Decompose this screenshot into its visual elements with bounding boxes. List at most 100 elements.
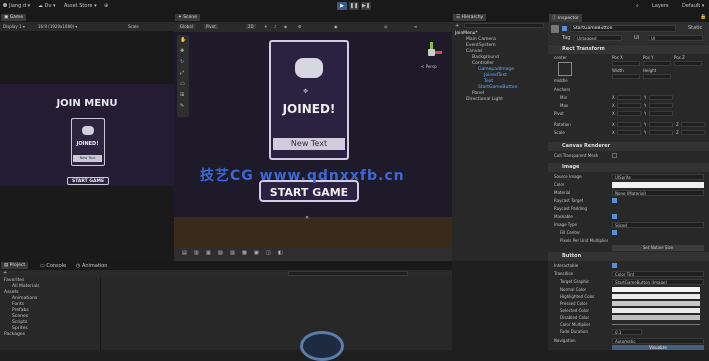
visibility-icon[interactable]: ◎ [384,24,388,29]
interactable-checkbox[interactable] [612,263,617,268]
source-image-field[interactable]: UISprite [612,174,704,180]
layers-dropdown[interactable]: Layers [652,3,669,9]
scale-y-field[interactable] [649,130,673,135]
maskable-checkbox[interactable] [612,214,617,219]
tab-project[interactable]: ▤ Project [1,262,29,269]
cull-checkbox[interactable] [612,153,617,158]
tab-scene[interactable]: ✦ Scene [175,14,200,21]
anchor-max-y-field[interactable] [649,103,673,108]
game-viewport[interactable]: JOIN MENU JOINED! New Text START GAME [0,84,174,186]
rect-transform-header[interactable]: Rect Transform [548,45,709,54]
disabled-color-swatch[interactable] [612,315,700,320]
pressed-color-swatch[interactable] [612,301,700,306]
cloud-button[interactable]: ☁ Dv ▾ [38,3,56,9]
overlay-icon-1[interactable]: ▤ [182,250,187,256]
display-dropdown[interactable]: Display 1 ▾ [3,24,25,29]
project-search-input[interactable] [288,271,408,276]
anchor-min-y-field[interactable] [649,95,673,100]
move-tool-icon[interactable]: ✥ [180,48,184,54]
pos-y-field[interactable] [643,61,671,66]
2d-toggle[interactable]: 2D [246,24,256,29]
tab-animation[interactable]: ◷ Animation [76,263,107,269]
tab-inspector[interactable]: ⓘ Inspector [549,14,582,22]
pivot-toggle[interactable]: Pivot [204,24,218,29]
transform-tool-icon[interactable]: ⊞ [180,92,184,98]
anchor-min-x-field[interactable] [617,95,641,100]
width-field[interactable] [612,74,640,79]
highlighted-color-swatch[interactable] [612,294,700,299]
pos-x-field[interactable] [612,61,640,66]
fill-center-checkbox[interactable] [612,230,617,235]
fade-duration-field[interactable]: 0.1 [612,329,642,335]
search-icon[interactable]: ⌕ [636,3,639,9]
global-toggle[interactable]: Global [178,24,195,29]
transition-dropdown[interactable]: Color Tint [612,271,704,277]
anchor-max-x-field[interactable] [617,103,641,108]
rotation-x-field[interactable] [617,122,641,127]
height-field[interactable] [643,74,671,79]
lock-icon[interactable]: 🔒 [700,14,706,20]
image-type-dropdown[interactable]: Sliced [612,222,704,228]
overlay-icon-6[interactable]: ▩ [242,250,247,256]
set-native-size-button[interactable]: Set Native Size [612,245,704,251]
gizmos-icon[interactable]: ⚙ [298,24,302,29]
audio-icon[interactable]: ♪ [274,24,277,29]
static-toggle[interactable]: Static [688,25,702,31]
canvas-renderer-header[interactable]: Canvas Renderer [548,142,709,151]
move-handle-icon[interactable]: ✕ [305,215,309,221]
rotation-y-field[interactable] [649,122,673,127]
pivot-x-field[interactable] [617,111,641,116]
color-multiplier-slider[interactable] [612,324,700,325]
active-checkbox[interactable] [562,26,567,31]
tag-dropdown[interactable]: Untagged [574,35,622,41]
material-field[interactable]: None (Material) [612,190,704,196]
image-header[interactable]: Image [548,163,709,172]
selected-color-swatch[interactable] [612,308,700,313]
tab-hierarchy[interactable]: ☰ Hierarchy [453,14,487,21]
tab-console[interactable]: ▭ Console [40,263,66,269]
layers-icon[interactable]: ≡ [414,24,417,29]
hand-tool-icon[interactable]: ✋ [180,37,186,43]
layout-dropdown[interactable]: Default ▾ [682,3,704,9]
target-graphic-field[interactable]: StartGameButton (Image) [612,279,704,285]
anchor-preset-icon[interactable] [558,62,572,76]
normal-color-swatch[interactable] [612,287,700,292]
scale-x-field[interactable] [617,130,641,135]
lighting-icon[interactable]: ☀ [264,24,268,29]
rect-tool-icon[interactable]: ▭ [180,81,185,87]
hierarchy-search-input[interactable] [464,23,544,28]
overlay-icon-5[interactable]: ▨ [230,250,235,256]
scale-slider-label[interactable]: Scale [128,24,139,29]
overlay-icon-8[interactable]: ◫ [266,250,271,256]
overlay-icon-2[interactable]: ▥ [194,250,199,256]
color-swatch[interactable] [612,182,704,188]
layer-dropdown[interactable]: UI [648,35,703,41]
scale-tool-icon[interactable]: ⤢ [180,70,184,76]
start-game-button[interactable]: START GAME [67,177,109,185]
overlay-icon-7[interactable]: ▣ [254,250,259,256]
overlay-icon-9[interactable]: ◧ [278,250,283,256]
pause-button[interactable]: ❚❚ [349,2,359,10]
rotation-z-field[interactable] [681,122,705,127]
navigation-dropdown[interactable]: Automatic [612,338,704,344]
scene-orientation-gizmo[interactable]: < Persp [421,42,443,69]
asset-store-button[interactable]: Asset Store ▾ [64,3,97,9]
visualize-button[interactable]: Visualize [612,345,704,350]
pivot-y-field[interactable] [649,111,673,116]
step-button[interactable]: ▶❚ [361,2,371,10]
object-name-field[interactable]: StartGameButton [570,25,676,32]
add-icon[interactable]: + [455,23,459,29]
project-item[interactable]: Packages [0,331,100,339]
tab-game[interactable]: ▣ Game [1,14,27,21]
account-dropdown[interactable]: Jiang d ▾ [3,3,30,9]
pos-z-field[interactable] [674,61,702,66]
custom-tool-icon[interactable]: ✎ [180,103,184,109]
camera-icon[interactable]: ◉ [334,24,338,29]
overlay-icon-4[interactable]: ▧ [218,250,223,256]
overlay-icon-3[interactable]: ▦ [206,250,211,256]
collab-icon[interactable]: ⊕ [104,3,108,9]
play-button[interactable]: ▶ [337,2,347,10]
aspect-dropdown[interactable]: 16:9 (1920x1080) ▾ [38,24,77,29]
effects-icon[interactable]: ◈ [284,24,287,29]
scene-viewport[interactable]: ✋ ✥ ↻ ⤢ ▭ ⊞ ✎ ✥ JOINED! New Text START G… [174,32,452,217]
